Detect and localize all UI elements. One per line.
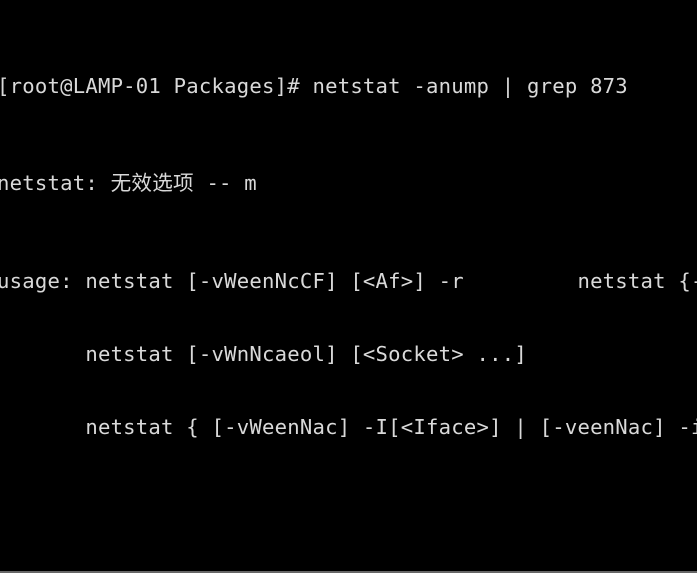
terminal-screen[interactable]: [root@LAMP-01 Packages]# netstat -anump … <box>0 1 697 573</box>
usage-line-3: netstat { [-vWeenNac] -I[<Iface>] | [-ve… <box>0 414 697 439</box>
usage-line-1: usage: netstat [-vWeenNcCF] [<Af>] -r ne… <box>0 268 697 293</box>
blank-separator-1 <box>0 512 697 536</box>
terminal-window[interactable]: [root@LAMP-01 Packages]# netstat -anump … <box>0 0 697 573</box>
usage-line-2: netstat [-vWnNcaeol] [<Socket> ...] <box>0 341 527 366</box>
error-line: netstat: 无效选项 -- m <box>0 171 257 196</box>
prompt-line: [root@LAMP-01 Packages]# netstat -anump … <box>0 74 628 99</box>
